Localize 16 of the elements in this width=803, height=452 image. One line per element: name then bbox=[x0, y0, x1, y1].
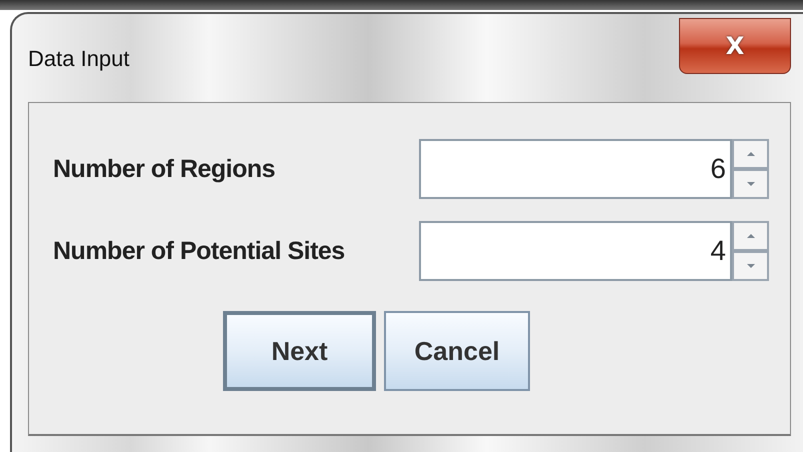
dialog-button[interactable]: Cancel bbox=[384, 311, 530, 391]
spin-down-button[interactable] bbox=[732, 251, 769, 281]
number-field[interactable]: 6 bbox=[419, 139, 732, 199]
down-arrow-icon bbox=[746, 263, 756, 269]
spin-up-button[interactable] bbox=[732, 221, 769, 251]
spin-down-button[interactable] bbox=[732, 169, 769, 199]
field-label: Number of Regions bbox=[53, 154, 276, 184]
up-arrow-icon bbox=[746, 233, 756, 239]
field-label: Number of Potential Sites bbox=[53, 236, 345, 266]
dialog-button[interactable]: Next bbox=[223, 311, 376, 391]
spin-up-button[interactable] bbox=[732, 139, 769, 169]
window-title: Data Input bbox=[28, 46, 130, 72]
up-arrow-icon bbox=[746, 151, 756, 157]
number-field[interactable]: 4 bbox=[419, 221, 732, 281]
close-button[interactable]: X bbox=[679, 18, 791, 74]
down-arrow-icon bbox=[746, 181, 756, 187]
